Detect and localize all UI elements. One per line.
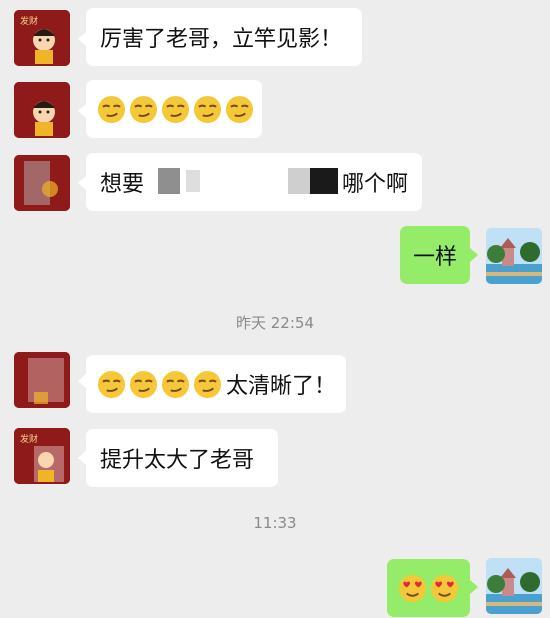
smirk-emoji	[192, 94, 223, 125]
smirk-emoji	[128, 369, 159, 400]
my-avatar[interactable]	[486, 558, 542, 614]
message-text-start: 想要	[100, 172, 145, 197]
avatar-label: 发财	[20, 15, 38, 27]
smirk-emoji	[224, 94, 255, 125]
redaction-block	[310, 168, 338, 194]
message-bubble-outgoing[interactable]	[387, 559, 470, 617]
message-bubble[interactable]: 提升太大了老哥	[86, 429, 278, 487]
heart-eyes-emoji	[429, 573, 460, 604]
message-bubble[interactable]: 想要 哪个啊	[86, 153, 422, 211]
timestamp: 11:33	[253, 514, 297, 532]
message-text: 一样	[412, 245, 457, 270]
contact-avatar[interactable]	[14, 82, 70, 138]
message-text: 厉害了老哥，立竿见影！	[100, 27, 343, 52]
heart-eyes-emoji	[397, 573, 428, 604]
contact-avatar[interactable]: 发财	[14, 10, 70, 66]
message-bubble-outgoing[interactable]: 一样	[400, 226, 470, 284]
message-text: 提升太大了老哥	[100, 448, 255, 473]
redaction-block	[158, 168, 180, 194]
avatar-label: 发财	[20, 433, 38, 445]
my-avatar[interactable]	[486, 228, 542, 284]
smirk-emoji	[192, 369, 223, 400]
message-text-end: 哪个啊	[341, 172, 408, 197]
timestamp: 昨天 22:54	[236, 314, 314, 332]
message-bubble[interactable]: 厉害了老哥，立竿见影！	[86, 8, 362, 66]
message-bubble[interactable]: 太清晰了！	[86, 355, 346, 413]
contact-avatar[interactable]	[14, 352, 70, 408]
message-text: 太清晰了！	[226, 374, 337, 399]
smirk-emoji	[128, 94, 159, 125]
contact-avatar[interactable]: 发财	[14, 428, 70, 484]
smirk-emoji	[96, 369, 127, 400]
redaction-block	[186, 170, 200, 192]
chat-window: 发财 厉害了老哥，立竿见影！ 想要 哪个啊 一样 昨天 22:54 太清晰了！ …	[0, 0, 550, 618]
smirk-emoji	[160, 369, 191, 400]
message-bubble[interactable]	[86, 80, 262, 138]
smirk-emoji	[96, 94, 127, 125]
redaction-block	[288, 168, 310, 194]
contact-avatar[interactable]	[14, 155, 70, 211]
smirk-emoji	[160, 94, 191, 125]
